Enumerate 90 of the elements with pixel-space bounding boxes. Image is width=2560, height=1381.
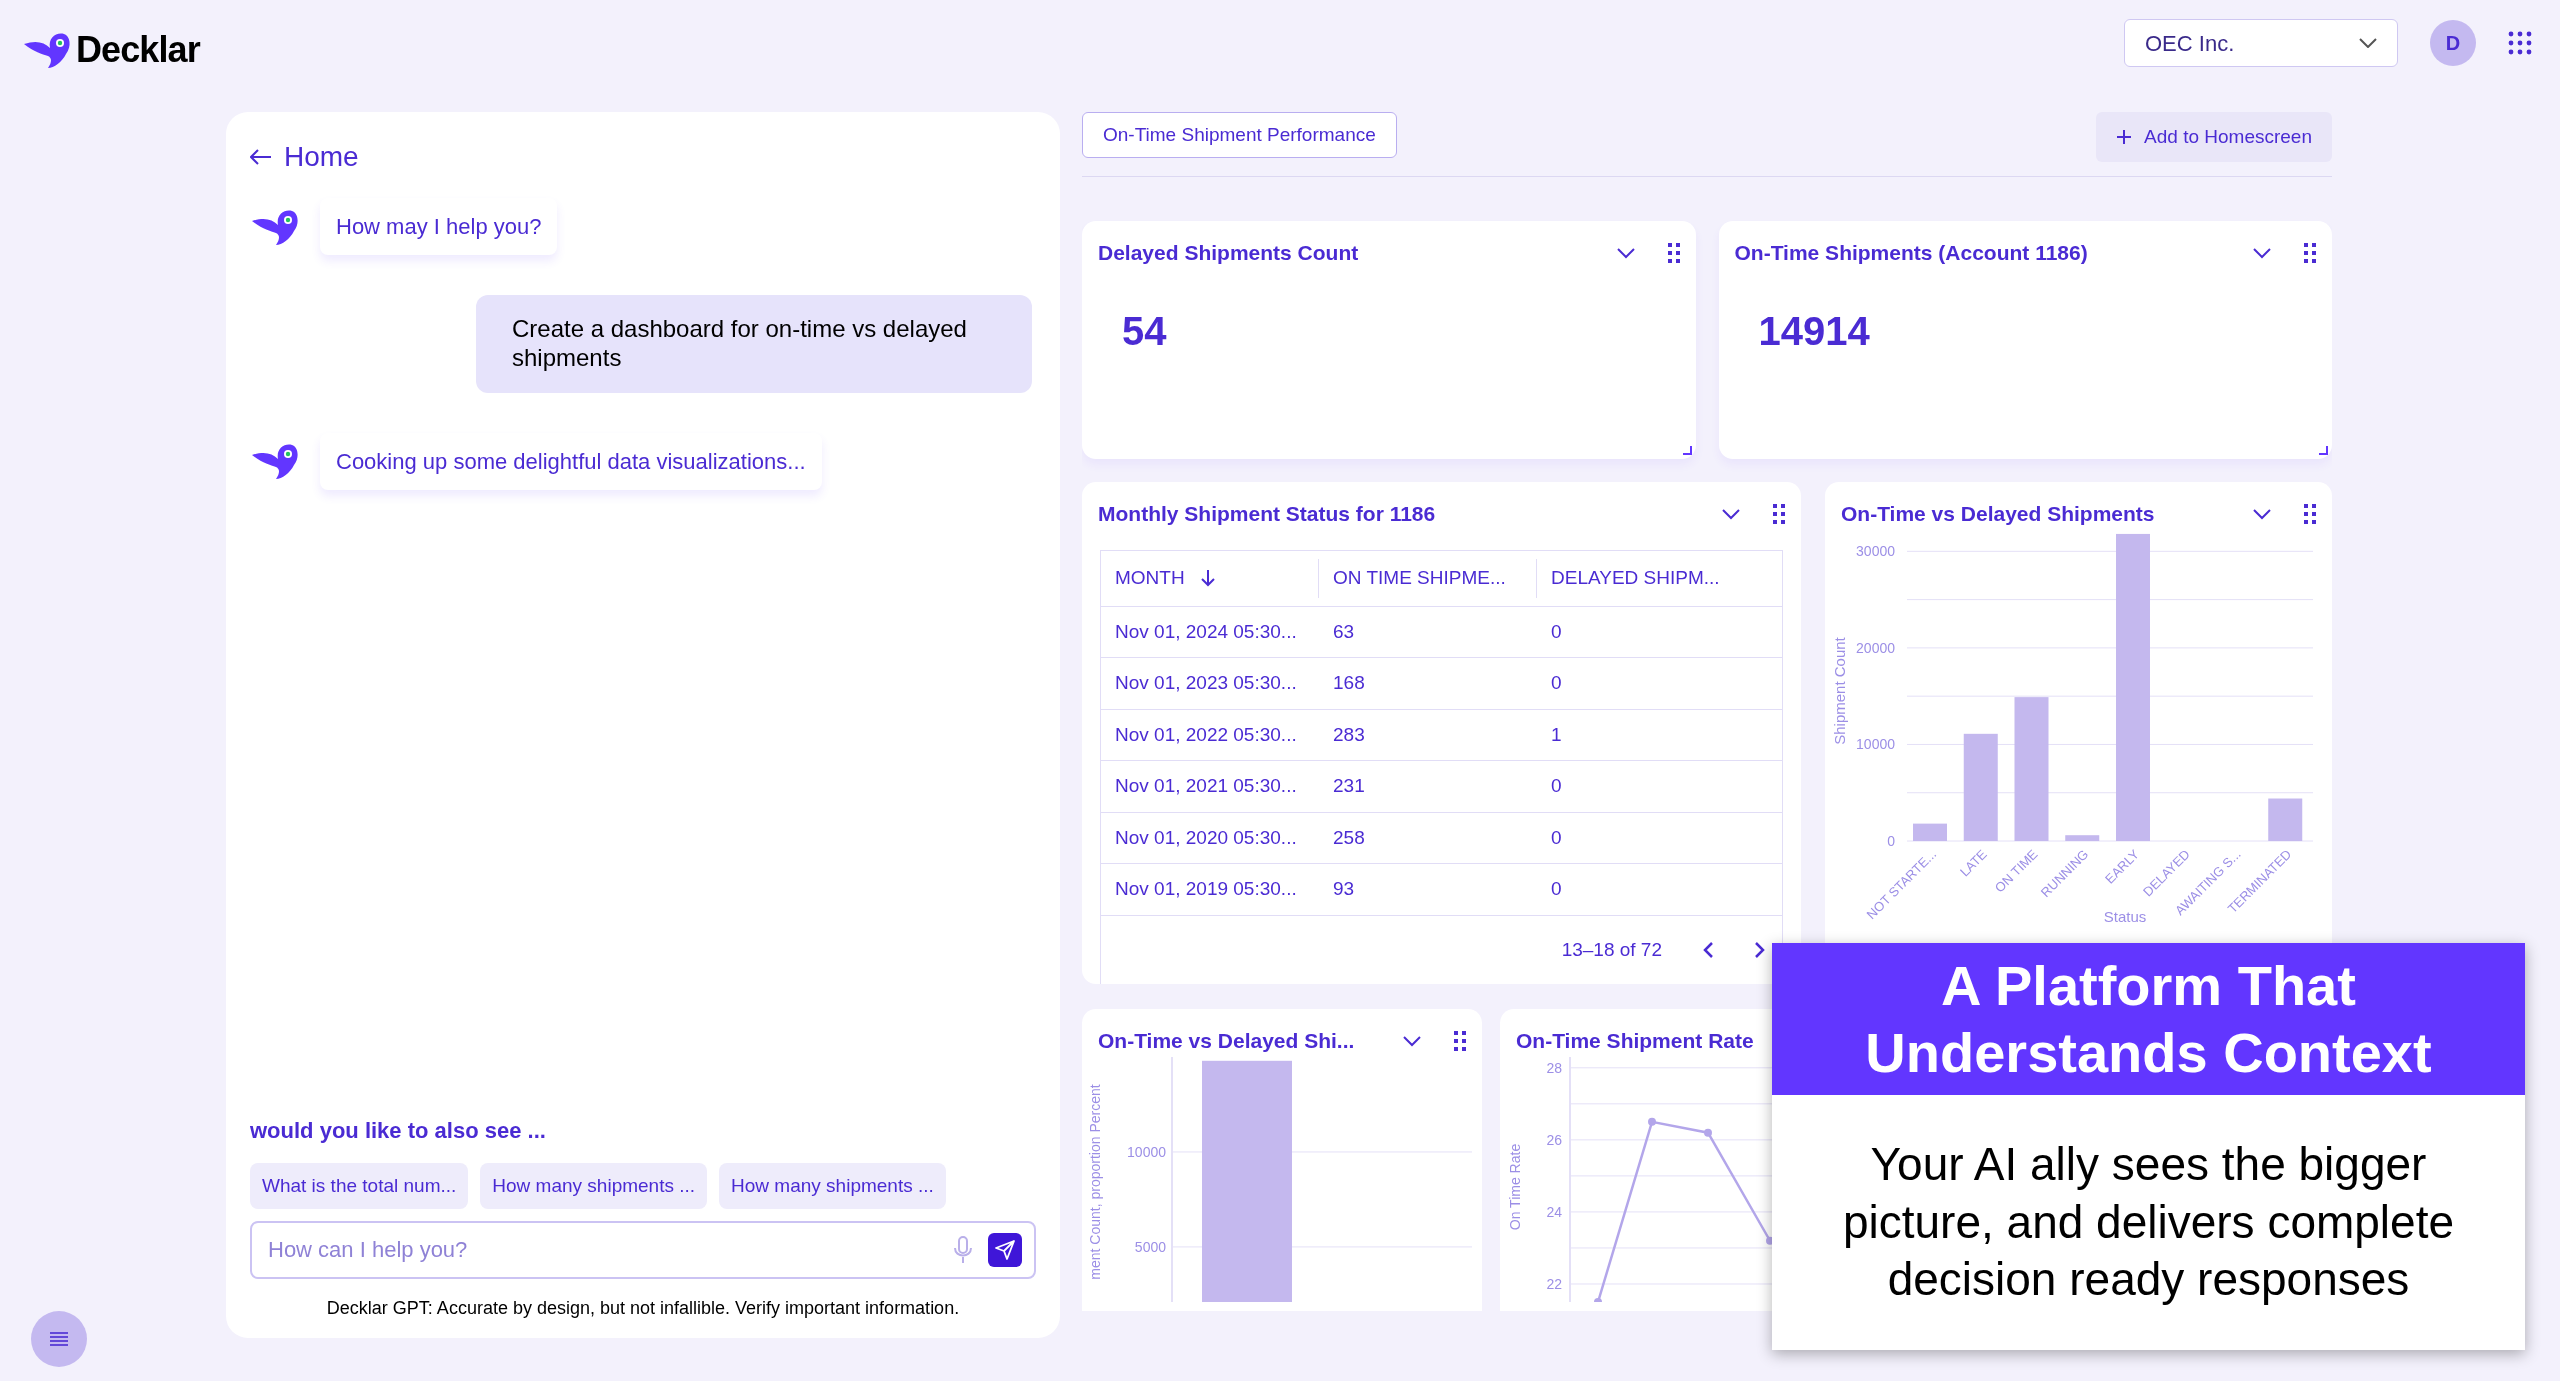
chevron-left-icon[interactable] <box>1702 940 1714 959</box>
chevron-down-icon <box>2359 38 2377 48</box>
column-header[interactable]: ON TIME SHIPME... <box>1319 558 1537 598</box>
menu-fab[interactable] <box>31 1311 87 1367</box>
drag-handle-icon[interactable] <box>1773 503 1785 524</box>
data-point <box>1648 1117 1656 1126</box>
widget-title: On-Time vs Delayed Shipments <box>1841 501 2155 527</box>
chevron-down-icon[interactable] <box>1721 507 1741 520</box>
arrow-left-icon <box>250 149 272 165</box>
table-cell-text: Nov 01, 2019 05:30... <box>1114 877 1298 901</box>
axis-title: On Time Rate <box>1507 1143 1523 1230</box>
sort-down-arrow-icon <box>1200 569 1215 587</box>
app-grid-icon[interactable] <box>2508 31 2532 55</box>
brand-logo: Decklar <box>76 28 200 72</box>
widget-title: Monthly Shipment Status for 1186 <box>1098 501 1436 527</box>
suggestion-chip[interactable]: How many shipments ... <box>480 1163 708 1209</box>
company-select[interactable]: OEC Inc. <box>2124 19 2398 67</box>
add-to-homescreen-button[interactable]: Add to Homescreen <box>2096 112 2332 162</box>
axis-tick-label: 5000 <box>1134 1238 1166 1255</box>
table-cell-text: 0 <box>1550 774 1563 798</box>
axis-tick-label: 22 <box>1546 1275 1562 1292</box>
kpi-value: 14914 <box>1758 307 1871 355</box>
column-header[interactable]: MONTH <box>1101 558 1319 598</box>
promo-text: Your AI ally sees the bigger picture, and delivers complete decision ready responses <box>1841 1137 2456 1308</box>
plus-icon <box>2116 129 2133 145</box>
suggestions-heading: would you like to also see ... <box>250 1117 547 1145</box>
user-avatar[interactable]: D <box>2430 20 2476 66</box>
widget-title: On-Time Shipment Rate <box>1516 1028 1754 1054</box>
drag-handle-icon[interactable] <box>2304 503 2316 524</box>
table-cell-text: 0 <box>1550 877 1563 901</box>
axis-tick-label: 10000 <box>1856 735 1895 752</box>
pagination-label: 13–18 of 72 <box>1561 937 1662 962</box>
table-cell-text: 0 <box>1550 671 1563 695</box>
table-cell-text: Nov 01, 2021 05:30... <box>1114 774 1298 798</box>
widget-title: On-Time vs Delayed Shi... <box>1098 1028 1355 1054</box>
axis-title: ment Count, proportion Percent <box>1087 1083 1103 1280</box>
disclaimer-text: Decklar GPT: Accurate by design, but not infallible. Verify important information. <box>325 1297 961 1320</box>
table-cell-text: 93 <box>1332 877 1356 901</box>
send-icon <box>995 1240 1015 1260</box>
kpi-value: 54 <box>1122 307 1168 355</box>
suggestion-chip[interactable]: How many shipments ... <box>719 1163 946 1209</box>
table-cell-text: 0 <box>1550 825 1563 850</box>
data-point <box>1594 1297 1602 1302</box>
drag-handle-icon[interactable] <box>1667 242 1680 263</box>
suggestion-chip[interactable]: What is the total num... <box>250 1163 469 1209</box>
list-icon <box>50 1332 68 1346</box>
chevron-down-icon[interactable] <box>2252 507 2272 520</box>
bar <box>2268 798 2303 841</box>
axis-tick-label: 0 <box>1887 832 1895 849</box>
table-cell-text: 1 <box>1550 722 1563 747</box>
user-message: Create a dashboard for on-time vs delayed shipments <box>476 295 1032 393</box>
table-cell-text: 168 <box>1332 671 1366 695</box>
column-header[interactable]: DELAYED SHIPM... <box>1537 550 1782 606</box>
axis-tick-label: 30000 <box>1856 542 1895 559</box>
drag-handle-icon[interactable] <box>1454 1030 1466 1051</box>
drag-handle-icon[interactable] <box>2304 242 2316 263</box>
table-cell-text: 258 <box>1332 825 1366 850</box>
axis-tick-label: 26 <box>1546 1131 1562 1148</box>
table-cell-text: Nov 01, 2020 05:30... <box>1114 825 1298 850</box>
axis-tick-label: 24 <box>1546 1203 1562 1220</box>
widget-title: On-Time Shipments (Account 1186) <box>1734 240 2088 266</box>
table-cell-text: Nov 01, 2023 05:30... <box>1114 671 1298 695</box>
data-point <box>1704 1128 1712 1137</box>
resize-handle-icon[interactable] <box>1682 446 1692 455</box>
widget-title: Delayed Shipments Count <box>1098 240 1359 266</box>
bar <box>2065 834 2100 841</box>
resize-handle-icon[interactable] <box>2319 446 2328 455</box>
chevron-down-icon[interactable] <box>1615 246 1636 259</box>
axis-title: Status <box>2103 907 2147 925</box>
axis-tick-label: 20000 <box>1856 639 1895 656</box>
table-cell-text: Nov 01, 2024 05:30... <box>1114 619 1298 644</box>
table-cell-text: 283 <box>1332 722 1366 747</box>
table-cell-text: 231 <box>1332 774 1366 798</box>
axis-title: Shipment Count <box>1831 636 1848 745</box>
send-button[interactable] <box>988 1233 1022 1267</box>
promo-title: A Platform That Understands Context <box>1864 952 2433 1086</box>
chat-input[interactable]: How can I help you? <box>250 1221 1036 1279</box>
chevron-down-icon[interactable] <box>1402 1034 1422 1047</box>
table-cell-text: 0 <box>1550 619 1563 644</box>
chevron-right-icon[interactable] <box>1754 940 1766 959</box>
bar <box>1913 823 1947 841</box>
chevron-down-icon[interactable] <box>2252 246 2272 259</box>
table-cell-text: Nov 01, 2022 05:30... <box>1114 722 1298 747</box>
table-cell-text: 63 <box>1332 619 1356 644</box>
home-back-link[interactable]: Home <box>250 136 1036 178</box>
axis-tick-label: 28 <box>1546 1059 1562 1076</box>
assistant-message: How may I help you? <box>320 198 558 255</box>
assistant-message: Cooking up some delightful data visualizations... <box>320 432 822 490</box>
dashboard-title-tab[interactable]: On-Time Shipment Performance <box>1082 112 1397 158</box>
axis-tick-label: 10000 <box>1127 1143 1166 1160</box>
